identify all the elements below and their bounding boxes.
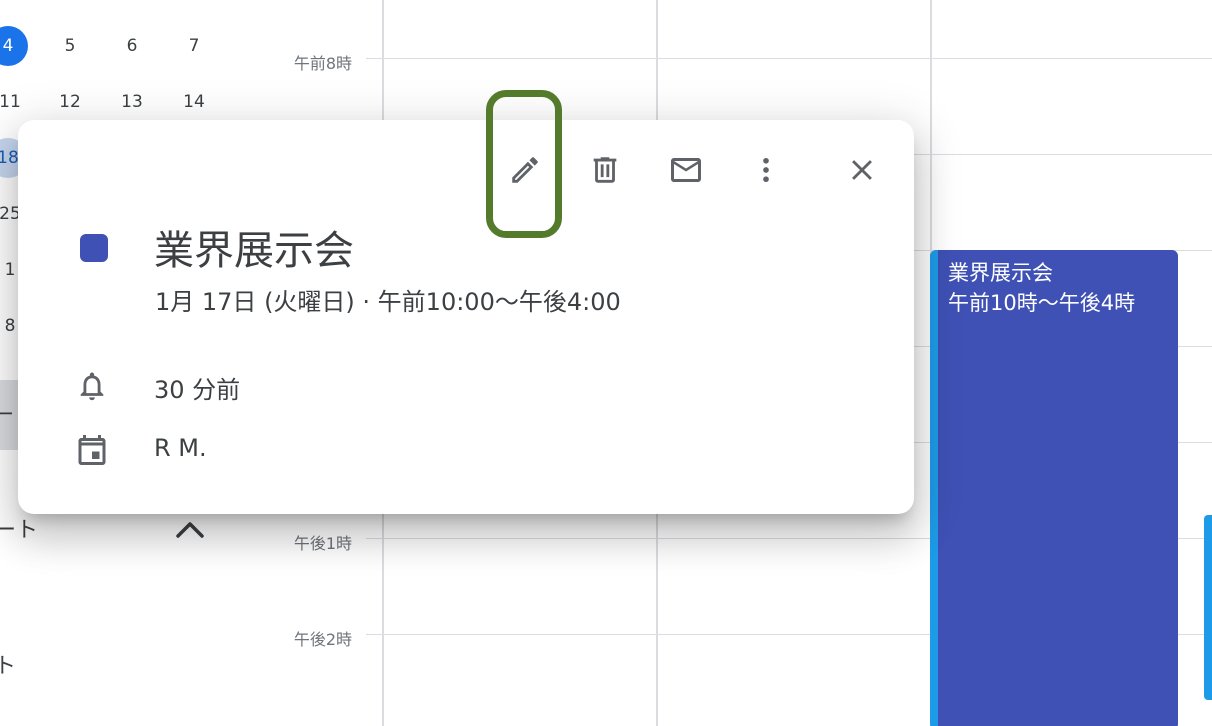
mail-icon — [671, 158, 701, 182]
sidebar-label: ト — [0, 654, 17, 679]
sidebar-label: ー — [0, 402, 14, 426]
hour-line — [366, 58, 1212, 59]
calendar-icon — [72, 430, 112, 470]
adjacent-event-edge[interactable] — [1204, 515, 1212, 700]
time-label: 午後2時 — [293, 630, 352, 649]
calendar-app: 4 5 6 7 11 12 13 14 18 25 1 8 ー ート ト 午前8… — [0, 0, 1212, 726]
time-label: 午後1時 — [293, 534, 352, 553]
pencil-icon — [512, 157, 538, 183]
mini-cal-day[interactable]: 5 — [50, 26, 90, 66]
bell-icon — [72, 366, 112, 406]
more-options-button[interactable] — [740, 144, 792, 196]
mini-cal-day[interactable]: 13 — [112, 82, 152, 122]
event-block-title: 業界展示会 — [948, 261, 1053, 285]
more-vert-icon — [763, 157, 769, 183]
mini-cal-day-today[interactable]: 4 — [0, 26, 28, 66]
event-details-popup: 業界展示会 1月 17日 (火曜日) · 午前10:00〜午後4:00 30 分… — [18, 90, 914, 514]
event-color-swatch — [80, 234, 108, 262]
time-label: 午前8時 — [293, 54, 352, 73]
reminder-text: 30 分前 — [154, 376, 241, 404]
sidebar-label: ート — [0, 518, 39, 543]
calendar-owner: R M. — [154, 434, 207, 462]
mini-cal-day[interactable]: 14 — [174, 82, 214, 122]
delete-event-button[interactable] — [579, 144, 631, 196]
calendar-event-block[interactable]: 業界展示会 午前10時〜午後4時 — [930, 250, 1178, 726]
chevron-up-icon[interactable] — [170, 512, 210, 548]
event-title: 業界展示会 — [154, 228, 354, 274]
email-guests-button[interactable] — [660, 144, 712, 196]
mini-cal-day[interactable]: 7 — [174, 26, 214, 66]
mini-cal-day[interactable]: 12 — [50, 82, 90, 122]
close-popup-button[interactable] — [836, 144, 888, 196]
event-date-time: 1月 17日 (火曜日) · 午前10:00〜午後4:00 — [155, 288, 621, 316]
mini-cal-day[interactable]: 6 — [112, 26, 152, 66]
mini-cal-day[interactable]: 11 — [0, 82, 30, 122]
event-block-time: 午前10時〜午後4時 — [948, 291, 1136, 315]
trash-icon — [593, 157, 617, 183]
edit-event-button[interactable] — [499, 144, 551, 196]
close-icon — [852, 160, 872, 180]
